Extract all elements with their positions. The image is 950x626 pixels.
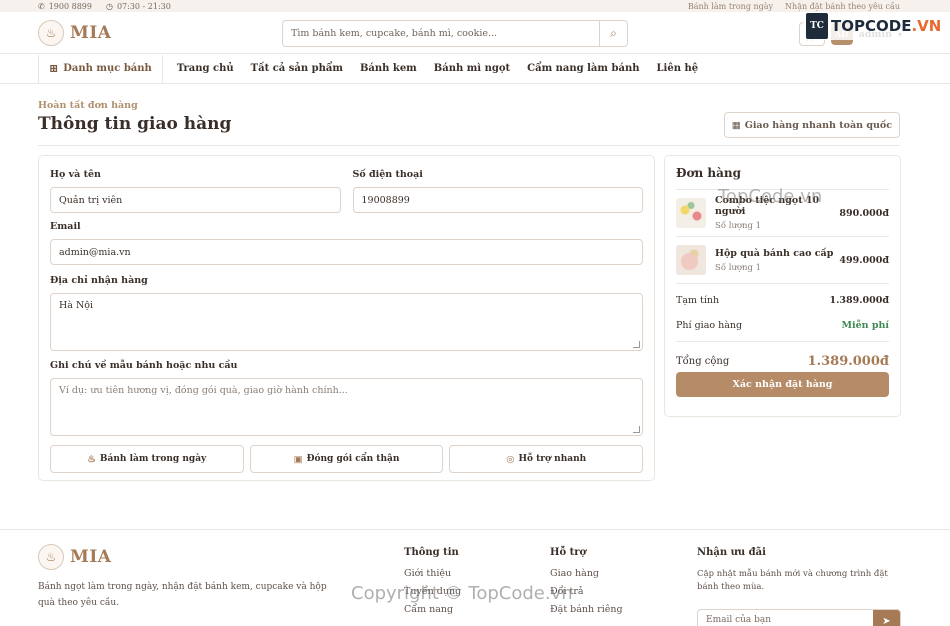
shipping-row: Phí giao hàng Miễn phí (676, 320, 889, 331)
calendar-icon: ▦ (731, 119, 741, 131)
footer-description: Bánh ngọt làm trong ngày, nhận đặt bánh … (38, 582, 327, 608)
topbar-link-custom-order[interactable]: Nhận đặt bánh theo yêu cầu (785, 2, 900, 11)
search-input[interactable] (283, 21, 599, 46)
footer-brand: ♨ MIA Bánh ngọt làm trong ngày, nhận đặt… (38, 544, 328, 611)
nav-item-baking-guide[interactable]: Cẩm nang làm bánh (527, 63, 639, 74)
hours-info: ◷ 07:30 - 21:30 (106, 2, 171, 11)
cake-icon: ♨ (87, 453, 96, 465)
feature-same-day-label: Bánh làm trong ngày (99, 454, 207, 464)
nav-item-contact[interactable]: Liên hệ (657, 63, 699, 74)
phone-label: Số điện thoại (352, 169, 423, 180)
watermark-logo-box: TC (806, 13, 828, 39)
address-label: Địa chỉ nhận hàng (50, 275, 148, 286)
subtotal-label: Tạm tính (676, 295, 720, 306)
product-quantity: Số lượng 1 (715, 262, 762, 273)
shipping-label: Phí giao hàng (676, 320, 743, 331)
subtotal-row: Tạm tính 1.389.000đ (676, 295, 889, 306)
product-thumbnail (676, 198, 706, 228)
watermark-text: TopCode.vn (718, 186, 823, 207)
address-field[interactable]: Hà Nội (50, 293, 643, 351)
feature-packaging[interactable]: ▣ Đóng gói cẩn thận (249, 445, 444, 473)
name-label: Họ và tên (50, 169, 101, 180)
nav-item-all-products[interactable]: Tất cả sản phẩm (251, 63, 343, 74)
search-icon: ⌕ (610, 26, 617, 40)
email-label: Email (50, 221, 81, 232)
phone-field[interactable]: 19008899 (352, 187, 643, 213)
phone-info: ✆ 1900 8899 (38, 2, 92, 11)
footer-col-title: Thông tin (404, 547, 459, 558)
product-thumbnail (676, 245, 706, 275)
footer-link[interactable]: Giới thiệu (404, 568, 461, 579)
footer-brand-name: MIA (70, 547, 112, 567)
nav-item-home[interactable]: Trang chủ (177, 63, 234, 74)
watermark-logo-text-2: .VN (911, 17, 942, 35)
watermark-logo-text: TOPCODE.VN (831, 17, 941, 35)
cake-icon: ♨ (38, 19, 64, 46)
topbar-link-same-day[interactable]: Bánh làm trong ngày (688, 2, 773, 11)
footer-link[interactable]: Đặt bánh riêng (550, 604, 623, 615)
page-header: Hoàn tất đơn hàng Thông tin giao hàng ▦ … (38, 100, 900, 146)
confirm-order-button[interactable]: Xác nhận đặt hàng (676, 372, 889, 397)
newsletter-email-input[interactable]: Email của bạn (698, 610, 873, 626)
total-label: Tổng cộng (676, 356, 730, 367)
footer-col-title: Nhận ưu đãi (697, 547, 766, 558)
email-field[interactable]: admin@mia.vn (50, 239, 643, 265)
footer-col-newsletter: Nhận ưu đãi Cập nhật mẫu bánh mới và chư… (697, 547, 907, 594)
footer-col-title: Hỗ trợ (550, 547, 587, 558)
shipping-value: Miễn phí (841, 320, 889, 331)
top-info-bar: ✆ 1900 8899 ◷ 07:30 - 21:30 Bánh làm trong… (0, 0, 950, 12)
breadcrumb: Hoàn tất đơn hàng (38, 100, 138, 111)
search-bar: ⌕ (282, 20, 628, 47)
send-icon[interactable]: ➤ (873, 610, 900, 626)
shipping-badge: ▦ Giao hàng nhanh toàn quốc (723, 112, 900, 138)
note-label: Ghi chú về mẫu bánh hoặc nhu cầu (50, 360, 238, 371)
subtotal-value: 1.389.000đ (829, 295, 889, 306)
nav-item-sweet-bread[interactable]: Bánh mì ngọt (434, 63, 510, 74)
total-row: Tổng cộng 1.389.000đ (676, 341, 889, 369)
category-menu-button[interactable]: ⊞ Danh mục bánh (38, 54, 163, 83)
brand-logo[interactable]: ♨ MIA (38, 19, 112, 46)
newsletter-form: Email của bạn ➤ (697, 609, 901, 626)
feature-packaging-label: Đóng gói cẩn thận (306, 454, 400, 464)
newsletter-text: Cập nhật mẫu bánh mới và chương trình đặ… (697, 569, 888, 592)
cake-icon: ♨ (38, 544, 64, 570)
product-price: 890.000đ (839, 207, 889, 219)
total-value: 1.389.000đ (807, 354, 889, 369)
hours-text: 07:30 - 21:30 (116, 1, 171, 11)
grid-icon: ⊞ (49, 62, 59, 75)
watermark-logo-text-1: TOPCODE (831, 17, 912, 35)
category-menu-label: Danh mục bánh (63, 63, 152, 74)
product-name: Hộp quà bánh cao cấp (715, 247, 834, 259)
shipping-form: Họ và tên Quản trị viên Số điện thoại 19… (38, 155, 655, 481)
phone-text: 1900 8899 (48, 1, 92, 11)
footer-logo[interactable]: ♨ MIA (38, 544, 328, 570)
footer-link[interactable]: Cẩm nang (404, 604, 461, 615)
nav-item-cakes[interactable]: Bánh kem (360, 63, 417, 74)
watermark-logo: TC TOPCODE.VN (803, 12, 945, 40)
footer-link[interactable]: Giao hàng (550, 568, 623, 579)
name-field[interactable]: Quản trị viên (50, 187, 341, 213)
product-price: 499.000đ (839, 254, 889, 266)
watermark-copyright: Copyright © TopCode.vn (351, 583, 573, 604)
product-quantity: Số lượng 1 (715, 221, 762, 231)
note-field[interactable]: Ví dụ: ưu tiên hương vị, đóng gói quà, g… (50, 378, 643, 436)
brand-name: MIA (70, 22, 112, 43)
box-icon: ▣ (293, 453, 303, 465)
shipping-badge-label: Giao hàng nhanh toàn quốc (744, 119, 892, 131)
list-item: Hộp quà bánh cao cấp Số lượng 1 499.000đ (676, 237, 889, 284)
feature-support-label: Hỗ trợ nhanh (518, 454, 587, 464)
phone-icon: ✆ (38, 1, 45, 11)
feature-support[interactable]: ◎ Hỗ trợ nhanh (449, 445, 644, 473)
site-footer: ♨ MIA Bánh ngọt làm trong ngày, nhận đặt… (0, 529, 950, 626)
feature-same-day[interactable]: ♨ Bánh làm trong ngày (50, 445, 244, 473)
headset-icon: ◎ (506, 453, 515, 465)
clock-icon: ◷ (105, 1, 113, 11)
main-nav: ⊞ Danh mục bánh Trang chủ Tất cả sản phẩ… (0, 54, 950, 84)
search-button[interactable]: ⌕ (599, 21, 627, 46)
